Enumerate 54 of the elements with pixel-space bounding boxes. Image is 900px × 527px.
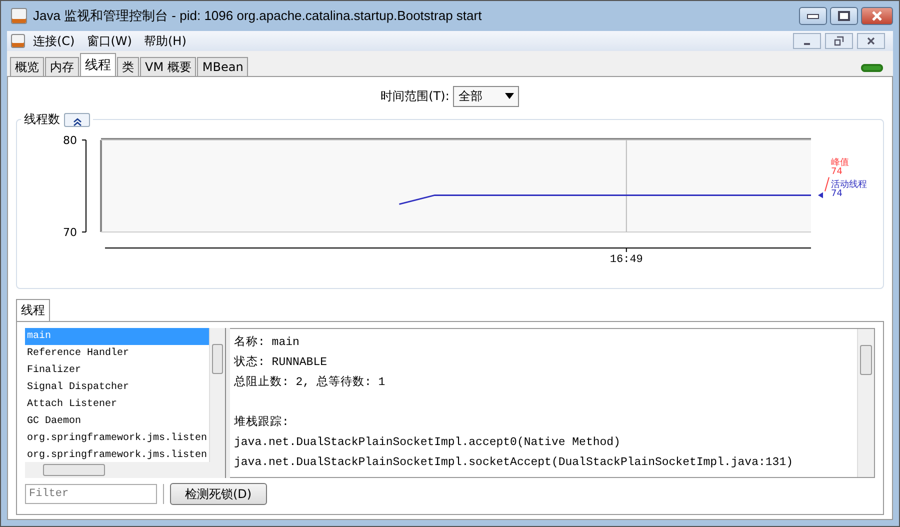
- menu-item[interactable]: 连接(C): [29, 32, 79, 50]
- window-title: Java 监视和管理控制台 - pid: 1096 org.apache.catalina.startup.Bootstrap start: [33, 7, 482, 25]
- tab[interactable]: VM 概要: [140, 57, 196, 76]
- leader-line: [824, 176, 830, 192]
- thread-item[interactable]: Signal Dispatcher: [25, 379, 209, 396]
- thread-item[interactable]: Reference Handler: [25, 345, 209, 362]
- legend-label: 活动线程: [831, 180, 867, 190]
- filter-field[interactable]: Filter: [25, 484, 157, 504]
- close-button[interactable]: [861, 7, 893, 25]
- legend-value: 74: [831, 167, 842, 177]
- thread-item[interactable]: org.springframework.jms.listen: [25, 430, 209, 447]
- detail-line: java.net.DualStackPlainSocketImpl.accept0(Native Method): [234, 435, 622, 451]
- close-icon: [866, 36, 876, 46]
- minimize-button[interactable]: [793, 33, 821, 49]
- double-chevron-up-icon: [72, 118, 82, 126]
- vertical-scrollbar[interactable]: [209, 328, 225, 462]
- detect-deadlock-button[interactable]: 检测死锁(D): [170, 483, 267, 505]
- caret-icon: [505, 93, 514, 99]
- marker-icon: [818, 192, 823, 198]
- thread-item[interactable]: Attach Listener: [25, 396, 209, 413]
- y-tick-label: 70: [63, 226, 77, 239]
- restore-button[interactable]: [825, 33, 853, 49]
- tab[interactable]: MBean: [197, 57, 248, 76]
- detail-line: java.net.DualStackPlainSocketImpl.socketAccept(DualStackPlainSocketImpl.java:131): [234, 455, 794, 471]
- horizontal-scrollbar[interactable]: [25, 462, 225, 478]
- close-icon: [871, 11, 883, 21]
- minimize-button[interactable]: [799, 7, 827, 25]
- menu-item[interactable]: 窗口(W): [82, 32, 136, 50]
- close-button[interactable]: [857, 33, 885, 49]
- thread-item[interactable]: org.springframework.jms.listen: [25, 447, 209, 462]
- minimize-icon: [804, 43, 810, 45]
- chart-title: 线程数: [24, 111, 60, 128]
- x-tick-label: 16:49: [610, 254, 643, 266]
- tab[interactable]: 线程: [16, 299, 50, 321]
- detail-line: 堆栈跟踪:: [234, 414, 290, 431]
- collapse-button[interactable]: [64, 112, 90, 126]
- restore-icon: [834, 36, 844, 46]
- detail-line: 名称: main: [234, 334, 300, 351]
- tab[interactable]: 概览: [10, 57, 44, 76]
- tab[interactable]: 类: [117, 57, 139, 76]
- time-range-dropdown[interactable]: 全部: [453, 86, 520, 106]
- time-range-label: 时间范围(T):: [380, 88, 450, 104]
- thread-item[interactable]: Finalizer: [25, 362, 209, 379]
- detail-line: 状态: RUNNABLE: [234, 354, 328, 371]
- menu-item[interactable]: 帮助(H): [140, 32, 190, 50]
- legend-value: 74: [831, 189, 842, 199]
- y-tick-label: 80: [63, 134, 77, 147]
- thread-item[interactable]: GC Daemon: [25, 413, 209, 430]
- legend-label: 峰值: [831, 158, 849, 168]
- vertical-scrollbar[interactable]: [857, 329, 874, 477]
- detail-line: 总阻止数: 2, 总等待数: 1: [234, 374, 386, 391]
- maximize-button[interactable]: [830, 7, 858, 25]
- tab[interactable]: 内存: [45, 57, 79, 76]
- tab[interactable]: 线程: [80, 53, 116, 76]
